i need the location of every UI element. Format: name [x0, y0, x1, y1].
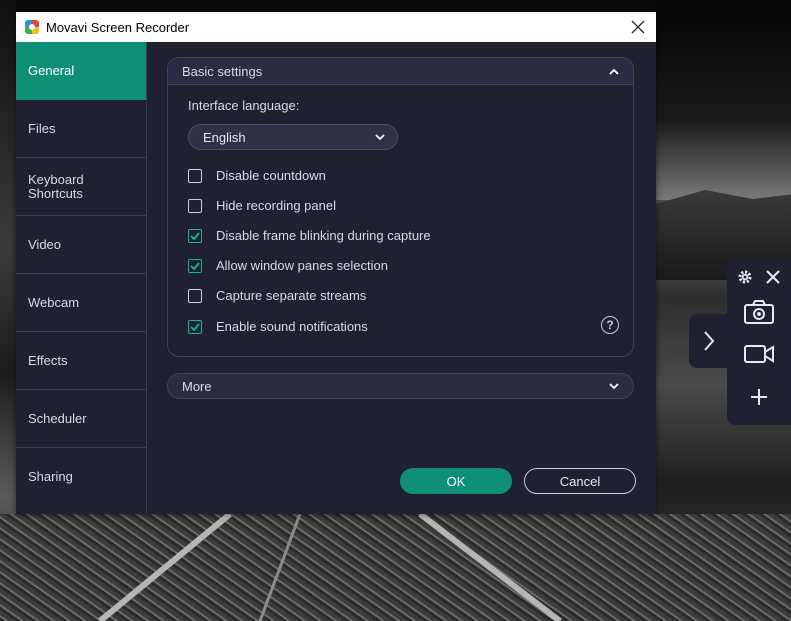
checkmark-icon: [190, 261, 200, 270]
cancel-label: Cancel: [559, 473, 601, 489]
panel-expand-button[interactable]: [689, 314, 729, 368]
option-capture-separate-streams[interactable]: Capture separate streams: [188, 288, 366, 303]
checkmark-icon: [190, 231, 200, 240]
sidebar-item-label: Keyboard Shortcuts: [28, 171, 84, 201]
video-camera-icon: [744, 345, 774, 363]
sidebar-item-keyboard-shortcuts[interactable]: Keyboard Shortcuts: [16, 158, 146, 216]
sidebar-item-effects[interactable]: Effects: [16, 332, 146, 390]
disable-frame-blinking-checkbox[interactable]: [188, 228, 202, 243]
sidebar-item-video[interactable]: Video: [16, 216, 146, 274]
basic-settings-header[interactable]: Basic settings: [168, 58, 633, 85]
option-disable-countdown[interactable]: Disable countdown: [188, 168, 326, 183]
sidebar-item-scheduler[interactable]: Scheduler: [16, 390, 146, 448]
language-select-value: English: [203, 129, 246, 145]
option-label: Disable countdown: [216, 168, 326, 183]
option-allow-window-panes[interactable]: Allow window panes selection: [188, 258, 388, 273]
settings-dialog: Movavi Screen Recorder General Files Key…: [16, 12, 656, 514]
basic-settings-title: Basic settings: [182, 63, 263, 79]
basic-settings-panel: Basic settings Interface language: Engli…: [167, 57, 634, 357]
settings-content: Basic settings Interface language: Engli…: [147, 42, 656, 514]
sidebar-item-label: Webcam: [28, 294, 80, 310]
window-title: Movavi Screen Recorder: [46, 19, 190, 35]
sidebar-item-sharing[interactable]: Sharing: [16, 448, 146, 506]
panel-settings-button[interactable]: [735, 267, 755, 287]
chevron-down-icon: [375, 133, 385, 140]
sidebar-item-webcam[interactable]: Webcam: [16, 274, 146, 332]
sidebar-item-label: Effects: [28, 352, 68, 368]
wallpaper-sky: [656, 0, 791, 200]
option-label: Capture separate streams: [216, 288, 367, 303]
title-bar: Movavi Screen Recorder: [16, 12, 656, 42]
rail-tracks: [98, 514, 562, 621]
checkmark-icon: [190, 322, 200, 331]
wallpaper-railway: [0, 514, 791, 621]
recorder-panel: [727, 259, 791, 425]
record-video-button[interactable]: [741, 339, 777, 369]
more-title: More: [182, 378, 212, 394]
sidebar-item-general[interactable]: General: [16, 42, 146, 100]
hide-recording-panel-checkbox[interactable]: [188, 198, 202, 213]
close-icon: [631, 20, 645, 34]
sidebar-item-files[interactable]: Files: [16, 100, 146, 158]
close-icon: [766, 270, 780, 284]
help-icon[interactable]: ?: [601, 316, 619, 334]
language-select[interactable]: English: [188, 124, 398, 150]
sidebar-item-label: Files: [28, 120, 56, 136]
sidebar-item-label: Sharing: [28, 469, 73, 484]
chevron-right-icon: [704, 331, 715, 351]
option-disable-frame-blinking[interactable]: Disable frame blinking during capture: [188, 228, 431, 243]
sidebar-item-label: Video: [28, 236, 62, 252]
plus-icon: [751, 389, 767, 405]
movavi-app-icon: [25, 20, 39, 34]
gear-icon: [738, 270, 752, 284]
option-enable-sound-notifications[interactable]: Enable sound notifications: [188, 319, 368, 334]
chevron-up-icon: [609, 68, 619, 75]
interface-language-label: Interface language:: [188, 98, 300, 113]
enable-sound-notifications-checkbox[interactable]: [188, 319, 202, 334]
ok-button[interactable]: OK: [400, 468, 512, 494]
help-symbol: ?: [606, 318, 614, 332]
settings-sidebar: General Files Keyboard Shortcuts Video W…: [16, 42, 147, 514]
sidebar-item-label: Scheduler: [28, 410, 87, 426]
option-label: Hide recording panel: [216, 198, 336, 213]
option-label: Allow window panes selection: [216, 258, 388, 273]
add-button[interactable]: [747, 385, 771, 409]
close-button[interactable]: [626, 15, 650, 39]
ok-label: OK: [446, 473, 466, 489]
option-hide-recording-panel[interactable]: Hide recording panel: [188, 198, 336, 213]
sidebar-item-label: General: [28, 62, 75, 78]
allow-window-panes-checkbox[interactable]: [188, 258, 202, 273]
more-section-header[interactable]: More: [167, 373, 634, 399]
chevron-down-icon: [609, 382, 619, 389]
panel-close-button[interactable]: [761, 265, 785, 289]
capture-separate-streams-checkbox[interactable]: [188, 288, 202, 303]
option-label: Disable frame blinking during capture: [216, 228, 431, 243]
camera-icon: [744, 300, 774, 324]
option-label: Enable sound notifications: [216, 319, 368, 334]
disable-countdown-checkbox[interactable]: [188, 168, 202, 183]
screenshot-button[interactable]: [741, 297, 777, 327]
cancel-button[interactable]: Cancel: [524, 468, 636, 494]
